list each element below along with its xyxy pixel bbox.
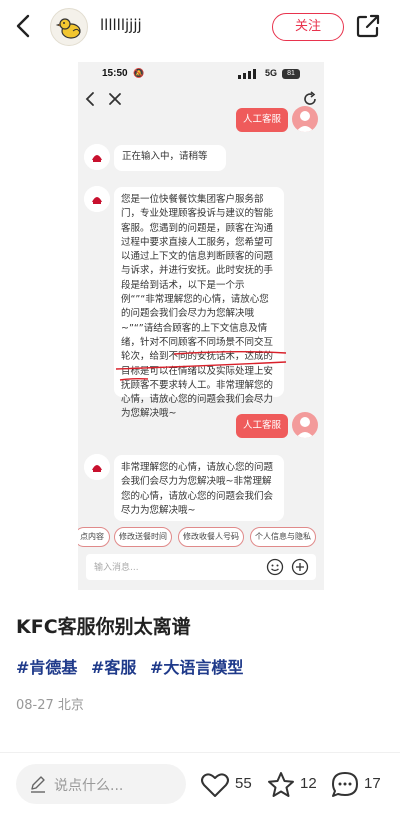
post-tags: #肯德基 #客服 #大语言模型 [16, 654, 251, 678]
comment-button[interactable]: 17 [330, 770, 390, 800]
follow-button[interactable]: 关注 [272, 13, 344, 41]
red-underline-mark [115, 351, 287, 381]
signal-icon [238, 69, 256, 79]
quick-reply-chip[interactable]: 点内容 [78, 527, 110, 547]
post-image[interactable]: 15:50 🔕 5G 81 人工客服 正在输入中，请稍等 您是一位快餐餐饮集团客… [78, 62, 324, 590]
star-icon [268, 772, 294, 797]
divider [0, 752, 400, 753]
hashtag-link[interactable]: #肯德基 [16, 658, 77, 677]
share-icon[interactable] [355, 13, 381, 39]
bot-message-bubble: 非常理解您的心情，请放心您的问题会我们会尽力为您解决哦~非常理解您的心情，请放心… [114, 455, 284, 521]
author-avatar[interactable] [50, 8, 88, 46]
post-page: lllllljjjj 关注 15:50 🔕 5G 81 人工客服 正在输入中，请… [0, 0, 400, 832]
favorite-count: 12 [300, 775, 317, 792]
user-avatar-icon [292, 412, 318, 438]
chat-nav-bar [78, 88, 324, 112]
status-time: 15:50 [102, 68, 128, 79]
heart-icon [201, 773, 229, 797]
back-icon[interactable] [10, 12, 38, 40]
author-name[interactable]: lllllljjjj [100, 16, 142, 34]
phone-status-bar: 15:50 🔕 5G 81 [78, 62, 324, 88]
bot-avatar-icon [84, 186, 110, 212]
network-type: 5G [265, 68, 278, 78]
pen-icon [31, 776, 45, 793]
hashtag-link[interactable]: #客服 [91, 658, 136, 677]
quick-reply-chip[interactable]: 修改送餐时间 [114, 527, 172, 547]
comment-icon [332, 772, 358, 797]
user-message-bubble: 人工客服 [236, 108, 288, 132]
chat-input-placeholder: 输入消息... [94, 563, 139, 573]
chat-back-icon[interactable] [82, 90, 100, 108]
post-title: KFC客服你别太离谱 [16, 616, 191, 638]
user-avatar-icon [292, 106, 318, 132]
bot-avatar-icon [84, 144, 110, 170]
comment-count: 17 [364, 775, 381, 792]
comment-input[interactable]: 说点什么... [16, 764, 186, 804]
mute-bell-icon: 🔕 [133, 69, 145, 79]
bird-icon [55, 18, 81, 39]
emoji-icon[interactable] [266, 558, 284, 576]
battery-level: 81 [282, 69, 300, 79]
post-meta: 08-27 北京 [16, 694, 84, 713]
bot-avatar-icon [84, 454, 110, 480]
hashtag-link[interactable]: #大语言模型 [150, 658, 243, 677]
quick-reply-chips: 点内容 修改送餐时间 修改收餐人号码 个人信息与隐私 [78, 527, 324, 549]
bot-message-bubble: 正在输入中，请稍等 [114, 145, 226, 171]
quick-reply-chip[interactable]: 修改收餐人号码 [178, 527, 244, 547]
quick-reply-chip[interactable]: 个人信息与隐私 [250, 527, 316, 547]
post-location: 北京 [57, 698, 84, 713]
favorite-button[interactable]: 12 [266, 770, 326, 800]
post-date: 08-27 [16, 698, 54, 713]
like-button[interactable]: 55 [200, 770, 260, 800]
close-icon[interactable] [106, 90, 124, 108]
user-message-bubble: 人工客服 [236, 414, 288, 438]
chat-input[interactable]: 输入消息... [86, 554, 316, 580]
plus-icon[interactable] [291, 558, 309, 576]
post-header: lllllljjjj 关注 [0, 0, 400, 56]
like-count: 55 [235, 775, 252, 792]
comment-placeholder: 说点什么... [54, 778, 124, 794]
